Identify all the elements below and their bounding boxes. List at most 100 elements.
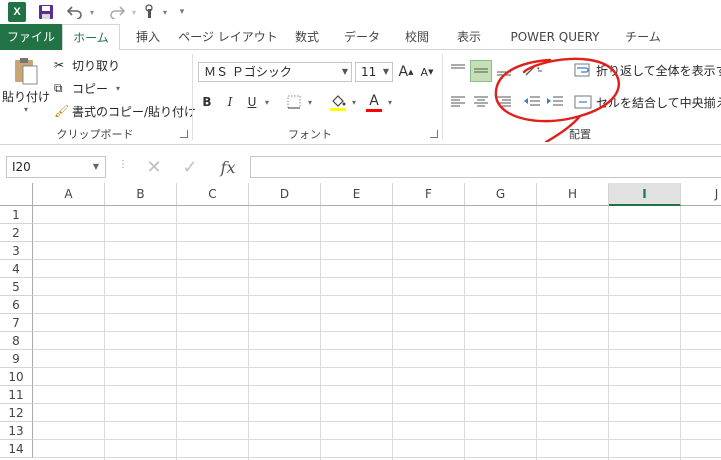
- scissors-icon: ✂: [54, 58, 65, 72]
- font-launcher-icon[interactable]: [430, 130, 438, 138]
- tab-page-layout[interactable]: ページ レイアウト: [178, 24, 278, 50]
- grow-font-button[interactable]: A ▲: [397, 62, 415, 82]
- decrease-indent-button[interactable]: [522, 92, 542, 112]
- save-icon[interactable]: [36, 2, 56, 22]
- formula-bar-grip-icon: ⋮: [118, 159, 128, 170]
- fill-color-swatch: [330, 107, 346, 111]
- align-middle-button[interactable]: [470, 60, 492, 82]
- wrap-text-icon: [574, 63, 590, 77]
- wrap-text-button[interactable]: 折り返して全体を表示する: [574, 60, 721, 80]
- format-painter-label: 書式のコピー/貼り付け: [72, 104, 197, 119]
- tab-insert[interactable]: 挿入: [126, 24, 170, 50]
- borders-button[interactable]: [284, 92, 304, 112]
- paste-dropdown-icon: ▾: [23, 105, 28, 114]
- wrap-text-label: 折り返して全体を表示する: [596, 63, 721, 78]
- align-top-button[interactable]: [448, 60, 468, 80]
- enter-icon[interactable]: ✓: [176, 156, 204, 178]
- row-header[interactable]: 2: [0, 224, 33, 242]
- font-size-combo[interactable]: 11 ▼: [355, 62, 393, 82]
- tab-view[interactable]: 表示: [448, 24, 490, 50]
- font-color-dropdown-icon[interactable]: ▾: [385, 92, 395, 112]
- row-header[interactable]: 11: [0, 386, 33, 404]
- tab-data[interactable]: データ: [336, 24, 388, 50]
- row-header[interactable]: 1: [0, 206, 33, 224]
- tab-team[interactable]: チーム: [618, 24, 668, 50]
- align-bottom-button[interactable]: [494, 60, 514, 80]
- tab-formulas[interactable]: 数式: [286, 24, 328, 50]
- redo-dropdown-icon[interactable]: ▾: [129, 2, 139, 22]
- merge-center-button[interactable]: セルを結合して中央揃え: [574, 92, 721, 112]
- undo-dropdown-icon[interactable]: ▾: [87, 2, 97, 22]
- alignment-group-label: 配置: [569, 128, 591, 141]
- column-header[interactable]: D: [249, 183, 321, 206]
- underline-button[interactable]: U: [243, 92, 261, 112]
- column-header[interactable]: A: [33, 183, 105, 206]
- paste-button[interactable]: 貼り付け ▾: [2, 56, 51, 120]
- underline-dropdown-icon[interactable]: ▾: [262, 92, 272, 112]
- clipboard-launcher-icon[interactable]: [180, 130, 188, 138]
- column-header[interactable]: E: [321, 183, 393, 206]
- merge-center-label: セルを結合して中央揃え: [596, 95, 721, 110]
- row-header[interactable]: 3: [0, 242, 33, 260]
- align-right-button[interactable]: [494, 92, 514, 112]
- column-header[interactable]: G: [465, 183, 537, 206]
- cut-label: 切り取り: [72, 58, 121, 73]
- orientation-icon: ▾: [525, 64, 542, 76]
- name-box-dropdown-icon[interactable]: ▼: [93, 157, 99, 177]
- tab-review[interactable]: 校閲: [396, 24, 438, 50]
- customize-icon[interactable]: ▾: [176, 2, 188, 22]
- column-header[interactable]: F: [393, 183, 465, 206]
- bold-button[interactable]: B: [198, 92, 216, 112]
- ribbon-tabs: ファイル ホーム 挿入 ページ レイアウト 数式 データ 校閲 表示 POWER…: [0, 24, 721, 51]
- format-painter-button[interactable]: 🖌 書式のコピー/貼り付け: [54, 101, 196, 121]
- row-header[interactable]: 7: [0, 314, 33, 332]
- row-header[interactable]: 6: [0, 296, 33, 314]
- column-header[interactable]: C: [177, 183, 249, 206]
- copy-dropdown-icon: ▾: [116, 83, 121, 93]
- align-left-button[interactable]: [448, 92, 468, 112]
- row-header[interactable]: 13: [0, 422, 33, 440]
- increase-indent-button[interactable]: [545, 92, 565, 112]
- touch-mode-icon[interactable]: [141, 2, 159, 22]
- tab-home[interactable]: ホーム: [62, 24, 120, 51]
- insert-function-button[interactable]: fx: [212, 156, 244, 178]
- touch-dropdown-icon[interactable]: ▾: [160, 2, 170, 22]
- clipboard-group-label: クリップボード: [56, 128, 134, 141]
- fill-color-button[interactable]: [327, 90, 349, 114]
- font-name-combo[interactable]: ＭＳ Ｐゴシック ▼: [198, 62, 352, 82]
- copy-button[interactable]: ⧉ コピー ▾: [54, 78, 120, 98]
- group-divider: [192, 54, 193, 140]
- font-color-button[interactable]: A: [364, 90, 384, 114]
- formula-input[interactable]: [250, 156, 721, 178]
- row-header[interactable]: 12: [0, 404, 33, 422]
- name-box[interactable]: I20 ▼: [6, 156, 106, 178]
- redo-icon[interactable]: [106, 2, 128, 22]
- undo-icon[interactable]: [64, 2, 86, 22]
- orientation-button[interactable]: ▾: [522, 60, 546, 80]
- paste-label: 貼り付け: [2, 90, 51, 104]
- paint-bucket-icon: [332, 94, 346, 107]
- column-header[interactable]: H: [537, 183, 609, 206]
- row-header[interactable]: 8: [0, 332, 33, 350]
- row-header[interactable]: 9: [0, 350, 33, 368]
- cell-area[interactable]: [33, 206, 721, 460]
- row-header[interactable]: 14: [0, 440, 33, 458]
- font-color-swatch: [366, 108, 382, 112]
- row-header[interactable]: 5: [0, 278, 33, 296]
- column-header[interactable]: B: [105, 183, 177, 206]
- shrink-font-button[interactable]: A ▼: [418, 62, 436, 82]
- row-header[interactable]: 10: [0, 368, 33, 386]
- borders-dropdown-icon[interactable]: ▾: [305, 92, 315, 112]
- select-all-corner[interactable]: [0, 183, 33, 206]
- fill-color-dropdown-icon[interactable]: ▾: [349, 92, 359, 112]
- column-header-selected[interactable]: I: [609, 183, 681, 206]
- italic-button[interactable]: I: [221, 92, 239, 112]
- column-header[interactable]: J: [681, 183, 721, 206]
- tab-power-query[interactable]: POWER QUERY: [500, 24, 610, 50]
- tab-file[interactable]: ファイル: [0, 24, 62, 50]
- cut-button[interactable]: ✂ 切り取り: [54, 55, 120, 75]
- cancel-icon[interactable]: ✕: [140, 156, 168, 178]
- excel-logo-icon: X: [8, 2, 26, 22]
- row-header[interactable]: 4: [0, 260, 33, 278]
- align-center-button[interactable]: [471, 92, 491, 112]
